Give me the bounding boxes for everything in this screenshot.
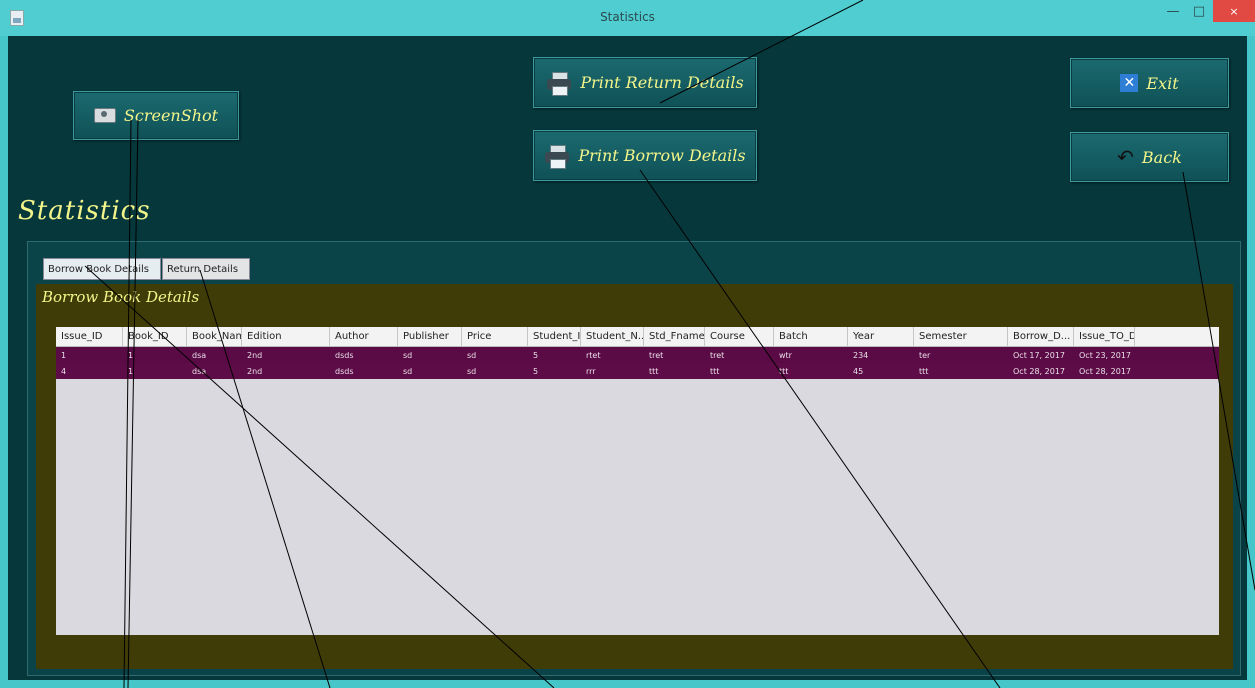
close-button[interactable]: × xyxy=(1213,0,1255,22)
table-header: Issue_IDBook_IDBook_NameEditionAuthorPub… xyxy=(56,327,1219,347)
print-borrow-details-button[interactable]: Print Borrow Details xyxy=(533,130,757,181)
table-cell: 2nd xyxy=(247,366,263,376)
table-cell: Oct 28, 2017 xyxy=(1013,366,1065,376)
printer-icon xyxy=(546,71,572,96)
camera-icon xyxy=(93,108,116,123)
table-cell: wtr xyxy=(779,350,792,360)
maximize-button[interactable]: □ xyxy=(1186,0,1212,22)
column-header[interactable]: Publisher xyxy=(398,327,462,346)
table-cell: ttt xyxy=(710,366,720,376)
table-cell: dsds xyxy=(335,350,354,360)
table-cell: sd xyxy=(403,350,413,360)
column-header[interactable]: Issue_ID xyxy=(56,327,123,346)
back-button-label: Back xyxy=(1141,147,1182,167)
table-cell: ttt xyxy=(919,366,929,376)
borrow-table[interactable]: Issue_IDBook_IDBook_NameEditionAuthorPub… xyxy=(56,327,1219,635)
tab-panel: Borrow Book Details Return Details Borro… xyxy=(27,241,1241,676)
printer-icon xyxy=(544,144,570,169)
table-cell: Oct 28, 2017 xyxy=(1079,366,1131,376)
table-row[interactable]: 4 1 dsa 2nd dsds sd sd 5 rrr ttt ttt ttt 45 ttt Oct 28… xyxy=(56,363,1219,379)
minimize-button[interactable]: — xyxy=(1160,0,1186,22)
exit-button-label: Exit xyxy=(1146,73,1179,93)
column-header[interactable]: Author xyxy=(330,327,398,346)
back-button[interactable]: ↶ Back xyxy=(1070,132,1229,182)
print-return-details-button[interactable]: Print Return Details xyxy=(533,57,757,108)
column-header[interactable]: Edition xyxy=(242,327,330,346)
column-header[interactable]: Std_Fname xyxy=(644,327,705,346)
table-cell: 2nd xyxy=(247,350,263,360)
table-cell: ter xyxy=(919,350,931,360)
column-header[interactable]: Course xyxy=(705,327,774,346)
table-cell: 5 xyxy=(533,366,539,376)
table-cell: rtet xyxy=(586,350,601,360)
column-header[interactable]: Book_Name xyxy=(187,327,242,346)
screenshot-button[interactable]: ScreenShot xyxy=(73,91,239,140)
screenshot-button-label: ScreenShot xyxy=(123,106,219,125)
table-row[interactable]: 1 1 dsa 2nd dsds sd sd 5 rtet tret tret wtr 234 ter Oc… xyxy=(56,347,1219,363)
column-header[interactable]: Student_ID xyxy=(528,327,581,346)
main-panel: ScreenShot Print Return Details Print Bo… xyxy=(8,36,1247,680)
table-cell: 1 xyxy=(61,350,67,360)
table-cell: 1 xyxy=(128,366,134,376)
tab-borrow-book-details[interactable]: Borrow Book Details xyxy=(43,258,161,280)
column-header[interactable]: Year xyxy=(848,327,914,346)
column-header[interactable]: Semester xyxy=(914,327,1008,346)
table-cell: dsds xyxy=(335,366,354,376)
table-cell: dsa xyxy=(192,350,207,360)
tab-return-details[interactable]: Return Details xyxy=(162,258,250,280)
exit-button[interactable]: ✕ Exit xyxy=(1070,58,1229,108)
table-cell: 4 xyxy=(61,366,67,376)
column-header[interactable]: Student_N... xyxy=(581,327,644,346)
print-borrow-details-label: Print Borrow Details xyxy=(578,146,746,165)
section-title: Borrow Book Details xyxy=(42,288,200,306)
table-cell: dsa xyxy=(192,366,207,376)
column-header[interactable]: Book_ID xyxy=(123,327,187,346)
table-cell: tret xyxy=(710,350,725,360)
tab-content-borrow: Borrow Book Details Issue_ID Book_ID Book_… xyxy=(36,284,1233,669)
window-title: Statistics xyxy=(600,10,655,24)
table-cell: rrr xyxy=(586,366,596,376)
table-cell: tret xyxy=(649,350,664,360)
column-header[interactable]: Price xyxy=(462,327,528,346)
column-header[interactable]: Borrow_D... xyxy=(1008,327,1074,346)
column-header[interactable]: Batch xyxy=(774,327,848,346)
table-cell: sd xyxy=(467,366,477,376)
table-cell: sd xyxy=(403,366,413,376)
table-cell: 1 xyxy=(128,350,134,360)
table-cell: sd xyxy=(467,350,477,360)
print-return-details-label: Print Return Details xyxy=(580,73,744,92)
table-cell: 5 xyxy=(533,350,539,360)
table-cell: 45 xyxy=(853,366,864,376)
back-arrow-icon: ↶ xyxy=(1117,145,1134,169)
table-body: 1 1 dsa 2nd dsds sd sd 5 rtet tret tret wtr 234 ter Oc… xyxy=(56,347,1219,379)
table-cell: Oct 23, 2017 xyxy=(1079,350,1131,360)
close-icon: ✕ xyxy=(1120,74,1139,92)
column-header[interactable]: Issue_TO_D... xyxy=(1074,327,1135,346)
page-title: Statistics xyxy=(18,196,151,226)
title-bar[interactable]: Statistics — □ × xyxy=(0,0,1255,36)
table-cell: 234 xyxy=(853,350,869,360)
application-window: Statistics — □ × ScreenShot Print Return… xyxy=(0,0,1255,688)
table-cell: ttt xyxy=(779,366,789,376)
table-cell: ttt xyxy=(649,366,659,376)
table-cell: Oct 17, 2017 xyxy=(1013,350,1065,360)
